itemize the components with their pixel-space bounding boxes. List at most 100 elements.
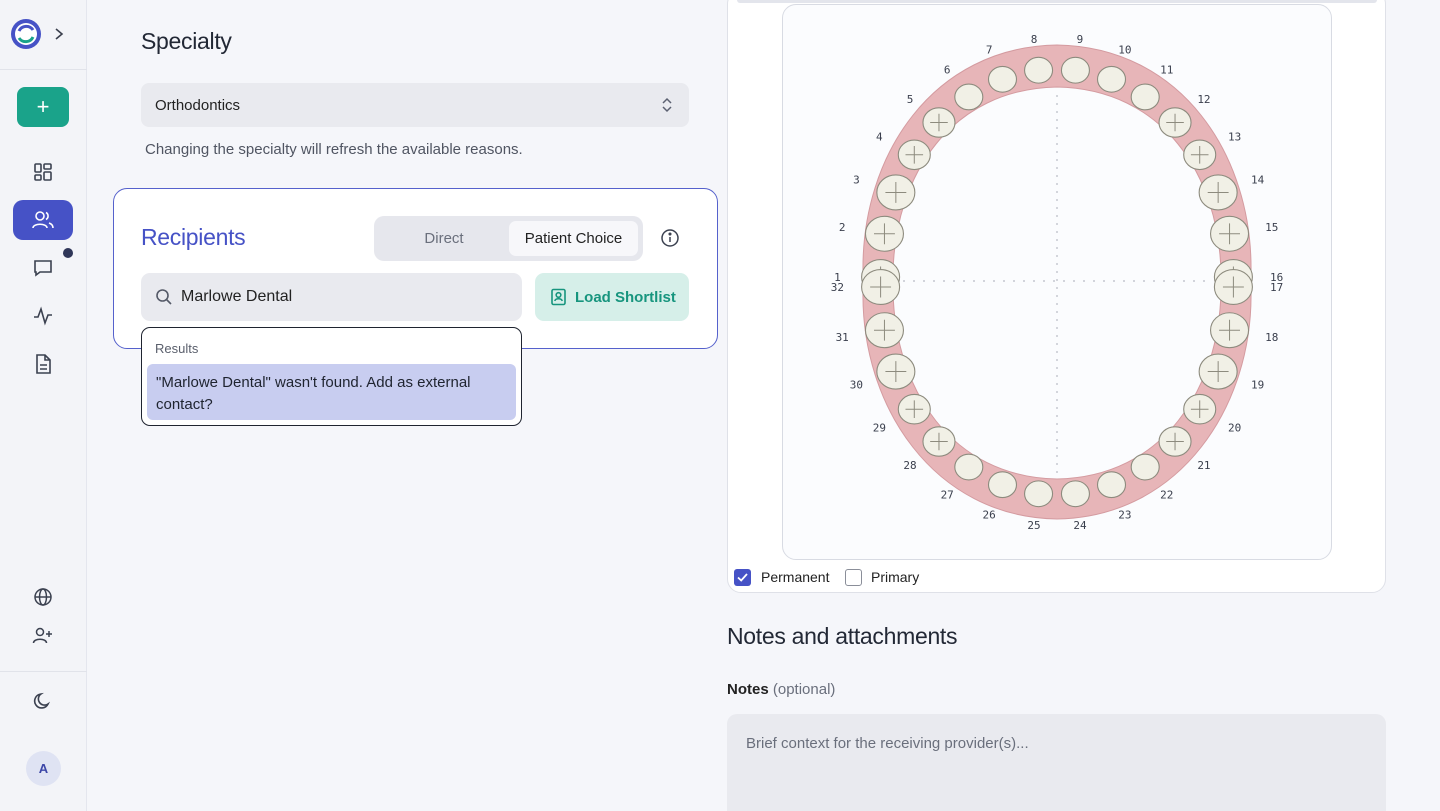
tooth-chart: 1 2 3 4 5 6 7 8 9 10 11 12 13 14 15 16 32 31 30 29 28 27 26 25 2… [782,4,1332,560]
dashboard-icon [34,163,52,181]
notes-label: Notes (optional) [727,681,835,698]
tooth-number: 31 [836,331,849,344]
tooth-number: 28 [903,459,916,472]
avatar[interactable]: A [26,751,61,786]
contact-book-icon [550,288,567,306]
tooth-number: 12 [1197,93,1210,106]
tooth[interactable] [1024,56,1054,84]
load-shortlist-button[interactable]: Load Shortlist [535,273,689,321]
tooth[interactable] [1096,65,1127,93]
tooth[interactable] [864,215,905,252]
permanent-checkbox[interactable] [734,569,751,586]
app-logo-icon[interactable] [10,18,42,50]
new-button[interactable]: + [17,87,69,127]
tooth[interactable] [1158,107,1192,138]
sidebar-item-patients[interactable] [13,200,73,240]
tab-direct[interactable]: Direct [382,221,506,256]
notification-dot [63,248,73,258]
tooth[interactable] [1158,426,1192,457]
check-icon [737,573,748,582]
specialty-hint: Changing the specialty will refresh the … [145,141,523,158]
tooth-number: 5 [907,93,914,106]
search-results-dropdown: Results "Marlowe Dental" wasn't found. A… [141,327,522,426]
tooth-number: 17 [1270,281,1283,294]
recipient-mode-toggle: Direct Patient Choice [374,216,643,261]
tooth[interactable] [876,353,916,390]
tooth-number: 24 [1073,519,1087,532]
tooth-chart-svg: 12345678 9101112131415163231302928272625 2… [831,33,1283,532]
tooth[interactable] [954,83,984,111]
primary-label: Primary [871,569,920,585]
tooth[interactable] [922,426,956,457]
tooth[interactable] [1060,56,1090,84]
add-user-icon[interactable] [30,623,56,649]
upper-arch: 12345678 910111213141516 [834,33,1283,296]
tooth[interactable] [922,107,956,138]
notes-section-title: Notes and attachments [727,623,958,649]
notes-label-text: Notes [727,681,769,698]
notes-textarea[interactable]: Brief context for the receiving provider… [727,714,1386,811]
tooth[interactable] [876,174,916,211]
tooth-number: 7 [986,43,993,56]
specialty-select[interactable]: Orthodontics [141,83,689,127]
tooth[interactable] [1209,312,1250,349]
tooth[interactable] [1183,393,1217,425]
tooth[interactable] [1198,353,1238,390]
tooth[interactable] [1096,471,1127,499]
tooth-number: 2 [839,221,846,234]
sidebar-item-activity[interactable] [13,296,73,336]
tooth[interactable] [1024,480,1054,508]
tooth[interactable] [1183,139,1217,171]
tooth-number: 11 [1160,64,1173,77]
tooth-number: 19 [1251,378,1264,391]
specialty-value: Orthodontics [155,96,241,114]
sidebar-item-documents[interactable] [13,344,73,384]
notes-optional-text: (optional) [772,681,836,698]
tooth-number: 6 [944,64,951,77]
tooth-number: 30 [850,378,863,391]
globe-icon[interactable] [30,584,56,610]
tooth[interactable] [861,268,901,306]
tooth[interactable] [897,393,931,425]
specialty-title: Specialty [141,28,232,54]
recipients-title: Recipients [141,224,246,250]
tooth-number: 4 [876,130,883,143]
tooth-number: 10 [1118,43,1131,56]
document-icon [36,354,51,374]
tooth-number: 9 [1077,33,1084,46]
primary-checkbox[interactable] [845,569,862,586]
recipient-search-input[interactable]: Marlowe Dental [141,273,522,321]
tooth[interactable] [1209,215,1250,252]
card-edge [737,0,1377,3]
tooth[interactable] [897,139,931,171]
tooth[interactable] [987,65,1018,93]
tooth-number: 21 [1197,459,1210,472]
tooth-number: 27 [941,488,954,501]
tooth[interactable] [954,453,984,481]
moon-icon[interactable] [30,688,56,714]
tooth[interactable] [1213,268,1253,306]
tooth-number: 29 [873,422,886,435]
tooth[interactable] [1130,453,1160,481]
chevron-right-icon[interactable] [52,26,66,42]
results-label: Results [155,341,199,356]
activity-icon [34,306,52,326]
tab-patient-choice[interactable]: Patient Choice [509,221,638,256]
notes-placeholder: Brief context for the receiving provider… [746,735,1029,752]
tooth[interactable] [1198,174,1238,211]
info-icon[interactable] [660,228,680,248]
recipients-card: Recipients Direct Patient Choice [113,188,718,349]
tooth[interactable] [1130,83,1160,111]
tooth[interactable] [1060,480,1090,508]
tooth-number: 32 [831,281,844,294]
tooth[interactable] [864,312,905,349]
tooth-number: 15 [1265,221,1278,234]
tooth-number: 3 [853,174,860,187]
tooth-number: 20 [1228,422,1241,435]
add-external-contact-option[interactable]: "Marlowe Dental" wasn't found. Add as ex… [147,364,516,420]
message-icon [34,260,52,277]
tooth[interactable] [987,471,1018,499]
chevron-up-down-icon [661,96,673,114]
tooth-number: 22 [1160,488,1173,501]
sidebar-item-dashboard[interactable] [13,152,73,192]
